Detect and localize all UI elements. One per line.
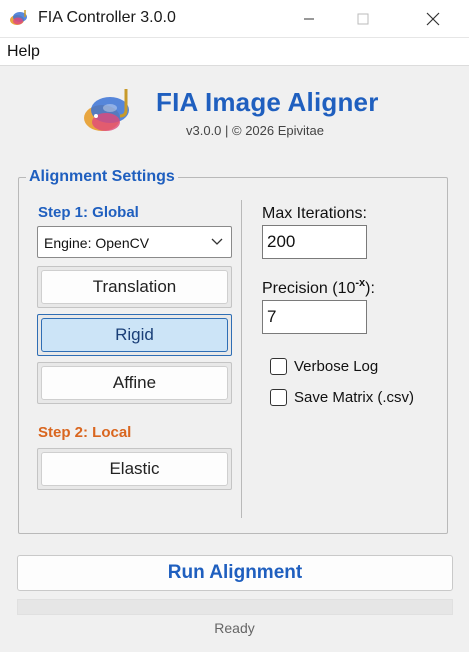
engine-select[interactable]: Engine: OpenCV [37, 226, 232, 258]
max-iterations-label: Max Iterations: [262, 205, 367, 222]
menu-bar: Help [0, 38, 469, 66]
precision-label-suffix: ): [365, 280, 375, 297]
precision-label-prefix: Precision (10 [262, 280, 356, 297]
alignment-settings-label: Alignment Settings [26, 168, 178, 186]
translation-button[interactable]: Translation [37, 266, 232, 308]
close-button[interactable] [410, 0, 456, 38]
max-iterations-input[interactable] [262, 225, 367, 259]
rigid-button[interactable]: Rigid [37, 314, 232, 356]
rigid-button-label: Rigid [41, 318, 228, 352]
column-divider [241, 200, 242, 518]
step2-label: Step 2: Local [38, 424, 132, 441]
elastic-button-label: Elastic [41, 452, 228, 486]
app-icon [10, 10, 27, 25]
maximize-icon [357, 13, 369, 25]
verbose-log-label: Verbose Log [294, 358, 379, 375]
engine-select-value: Engine: OpenCV [44, 235, 150, 251]
progress-bar [17, 599, 453, 615]
run-alignment-button[interactable]: Run Alignment [17, 555, 453, 591]
minimize-icon [304, 18, 314, 20]
save-matrix-checkbox[interactable] [270, 389, 287, 406]
precision-label: Precision (10-x): [262, 277, 375, 298]
chevron-down-icon [211, 238, 223, 245]
elastic-button[interactable]: Elastic [37, 448, 232, 490]
app-logo-icon [84, 89, 129, 131]
precision-label-exponent: -x [355, 277, 366, 289]
step1-label: Step 1: Global [38, 204, 139, 221]
app-title: FIA Image Aligner [156, 87, 379, 117]
status-text: Ready [214, 620, 255, 636]
close-icon [426, 12, 440, 26]
menu-help[interactable]: Help [7, 43, 40, 61]
save-matrix-checkbox-row[interactable]: Save Matrix (.csv) [270, 389, 414, 406]
precision-input[interactable] [262, 300, 367, 334]
maximize-button[interactable] [340, 0, 386, 38]
title-bar: FIA Controller 3.0.0 [0, 0, 469, 38]
window-title: FIA Controller 3.0.0 [38, 9, 176, 26]
verbose-log-checkbox[interactable] [270, 358, 287, 375]
affine-button[interactable]: Affine [37, 362, 232, 404]
translation-button-label: Translation [41, 270, 228, 304]
minimize-button[interactable] [286, 0, 332, 38]
affine-button-label: Affine [41, 366, 228, 400]
save-matrix-label: Save Matrix (.csv) [294, 389, 415, 406]
app-version: v3.0.0 | © 2026 Epivitae [186, 123, 324, 138]
verbose-log-checkbox-row[interactable]: Verbose Log [270, 358, 378, 375]
